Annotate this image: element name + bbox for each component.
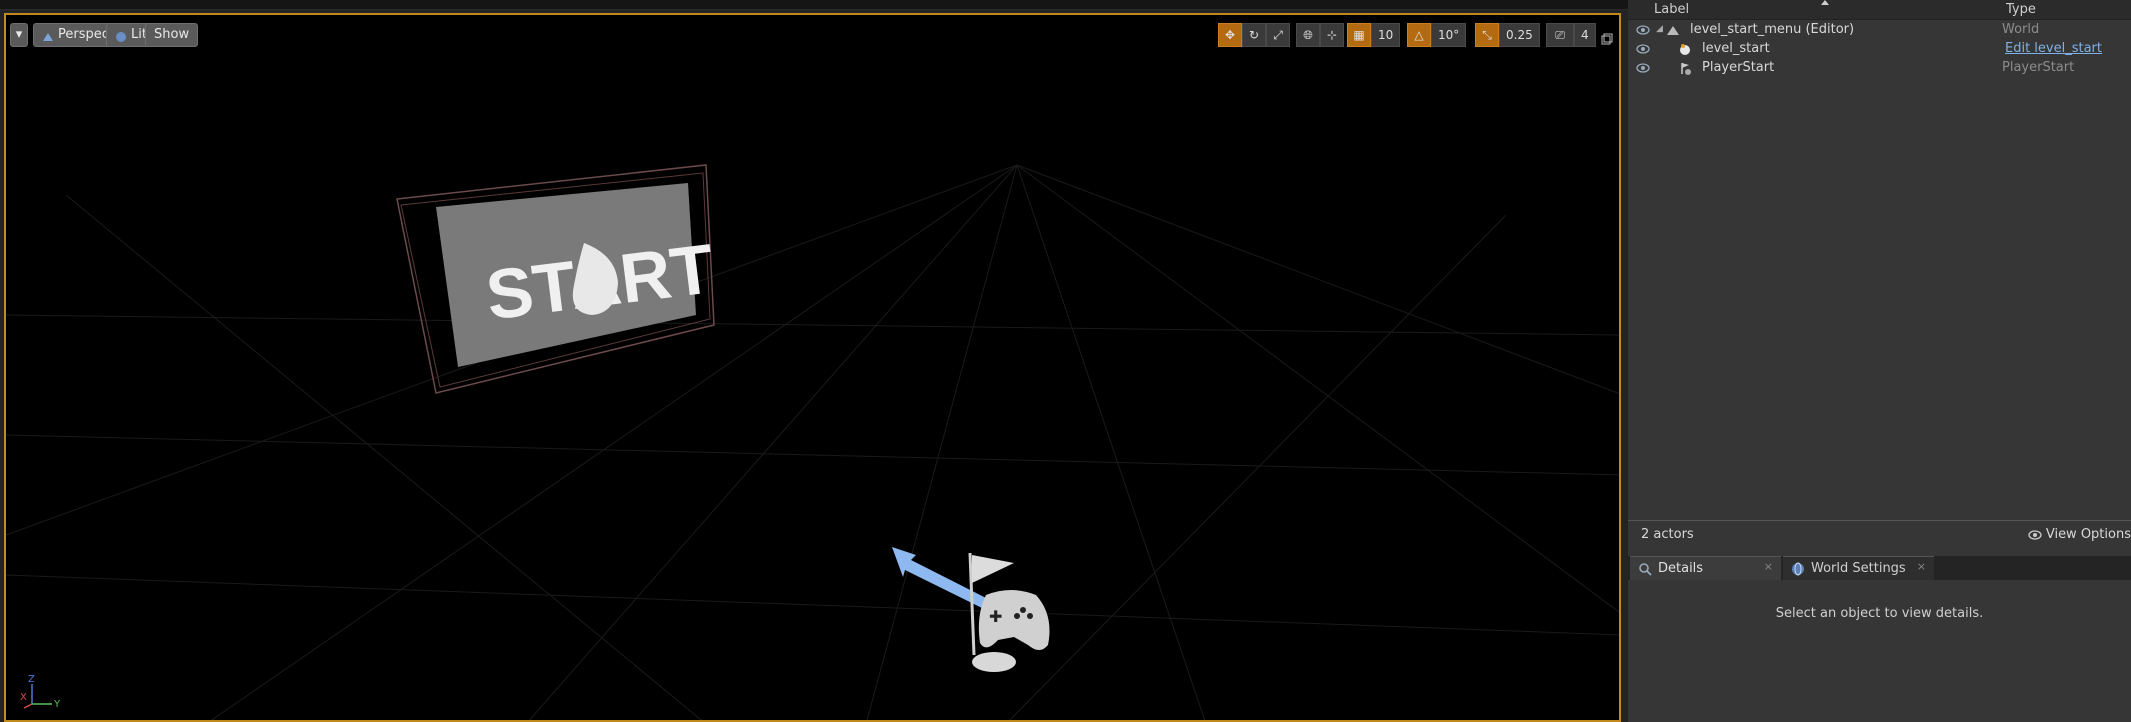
player-start-icon bbox=[1681, 63, 1691, 75]
grid-snap-value[interactable]: 10 bbox=[1371, 23, 1401, 47]
grid-snap-icon[interactable]: ▦ bbox=[1347, 23, 1371, 47]
flag bbox=[972, 555, 1014, 583]
viewport-scene: START ✚ bbox=[6, 164, 1619, 720]
eye-icon bbox=[2028, 529, 2042, 540]
outliner-row-world[interactable]: ◢ level_start_menu (Editor) World bbox=[1628, 21, 2131, 40]
edit-level-link[interactable]: Edit level_start bbox=[2005, 41, 2102, 56]
camera-speed-group: ⎚ 4 bbox=[1546, 23, 1596, 47]
scale-tool-icon[interactable]: ⤢ bbox=[1266, 23, 1290, 47]
outliner-row-label: level_start_menu (Editor) bbox=[1690, 22, 1855, 37]
outliner-footer: 2 actors View Options bbox=[1628, 520, 2131, 547]
outliner-row-type: PlayerStart bbox=[2002, 60, 2075, 75]
coordinate-toolbar: 🌐︎ ⊹ bbox=[1296, 23, 1344, 47]
axis-x-label: X bbox=[20, 692, 27, 703]
details-tab-bar: Details × World Settings × bbox=[1628, 556, 2131, 580]
world-icon bbox=[1667, 26, 1679, 35]
tab-details[interactable]: Details × bbox=[1630, 556, 1781, 580]
svg-text:✚: ✚ bbox=[989, 607, 1002, 626]
axis-gizmo: Y Z X bbox=[20, 674, 61, 710]
axis-z-label: Z bbox=[28, 674, 35, 685]
world-space-icon[interactable]: 🌐︎ bbox=[1296, 23, 1320, 47]
show-button[interactable]: Show bbox=[145, 23, 199, 47]
scale-snap-value[interactable]: 0.25 bbox=[1499, 23, 1540, 47]
outliner-row-label: level_start bbox=[1702, 41, 1770, 56]
transform-toolbar: ✥ ↻ ⤢ bbox=[1218, 23, 1290, 47]
floor-grid bbox=[6, 164, 1619, 720]
close-icon[interactable]: × bbox=[1764, 560, 1773, 573]
outliner-row-player-start[interactable]: PlayerStart PlayerStart bbox=[1628, 59, 2131, 78]
globe-icon bbox=[1792, 562, 1804, 576]
scale-snap-group: ⤡ 0.25 bbox=[1475, 23, 1540, 47]
visibility-eye-icon[interactable] bbox=[1636, 25, 1650, 35]
axis-y-label: Y bbox=[53, 699, 61, 710]
visibility-eye-icon[interactable] bbox=[1636, 63, 1650, 73]
level-viewport[interactable]: START ✚ ▾ Perspective Lit Show ✥ ↻ ⤢ 🌐︎ … bbox=[4, 13, 1621, 722]
view-options-label: View Options bbox=[2045, 527, 2131, 542]
camera-speed-icon[interactable]: ⎚ bbox=[1546, 23, 1574, 47]
column-type-header[interactable]: Type bbox=[2006, 2, 2036, 17]
rotation-snap-icon[interactable]: △ bbox=[1407, 23, 1431, 47]
perspective-icon bbox=[42, 29, 54, 41]
scale-snap-icon[interactable]: ⤡ bbox=[1475, 23, 1499, 47]
flag-base bbox=[972, 652, 1016, 672]
tab-world-settings-label: World Settings bbox=[1811, 561, 1906, 576]
rotate-tool-icon[interactable]: ↻ bbox=[1242, 23, 1266, 47]
details-panel: Select an object to view details. bbox=[1628, 580, 2131, 722]
maximize-viewport-icon[interactable] bbox=[1601, 27, 1613, 51]
view-options-button[interactable]: View Options bbox=[2028, 527, 2131, 542]
viewport-options-label: ▾ bbox=[15, 27, 23, 42]
outliner-row-label: PlayerStart bbox=[1702, 60, 1775, 75]
tab-world-settings[interactable]: World Settings × bbox=[1783, 556, 1934, 580]
outliner-row-type: World bbox=[2002, 22, 2040, 37]
outliner-row-level-start[interactable]: level_start Edit level_start bbox=[1628, 40, 2131, 59]
level-icon bbox=[1680, 44, 1690, 55]
close-icon[interactable]: × bbox=[1917, 560, 1926, 573]
surface-snap-icon[interactable]: ⊹ bbox=[1320, 23, 1344, 47]
move-tool-icon[interactable]: ✥ bbox=[1218, 23, 1242, 47]
show-label: Show bbox=[154, 27, 190, 42]
outliner-header: Label Type bbox=[1628, 0, 2131, 20]
expand-arrow-icon[interactable]: ◢ bbox=[1656, 24, 1663, 34]
column-label-header[interactable]: Label bbox=[1654, 2, 1689, 17]
camera-speed-value[interactable]: 4 bbox=[1574, 23, 1596, 47]
lit-sphere-icon bbox=[115, 29, 127, 42]
grid-snap-group: ▦ 10 bbox=[1347, 23, 1401, 47]
sort-ascending-icon[interactable] bbox=[1821, 0, 1829, 5]
magnifier-icon bbox=[1639, 563, 1652, 576]
visibility-eye-icon[interactable] bbox=[1636, 44, 1650, 54]
rotation-snap-group: △ 10° bbox=[1407, 23, 1467, 47]
right-panel: Label Type ◢ level_start_menu (Editor) W… bbox=[1628, 0, 2131, 722]
tab-details-label: Details bbox=[1658, 561, 1704, 576]
viewport-options-button[interactable]: ▾ bbox=[10, 23, 28, 47]
rotation-snap-value[interactable]: 10° bbox=[1431, 23, 1467, 47]
actor-count: 2 actors bbox=[1641, 527, 1694, 542]
details-empty-message: Select an object to view details. bbox=[1775, 606, 1984, 621]
